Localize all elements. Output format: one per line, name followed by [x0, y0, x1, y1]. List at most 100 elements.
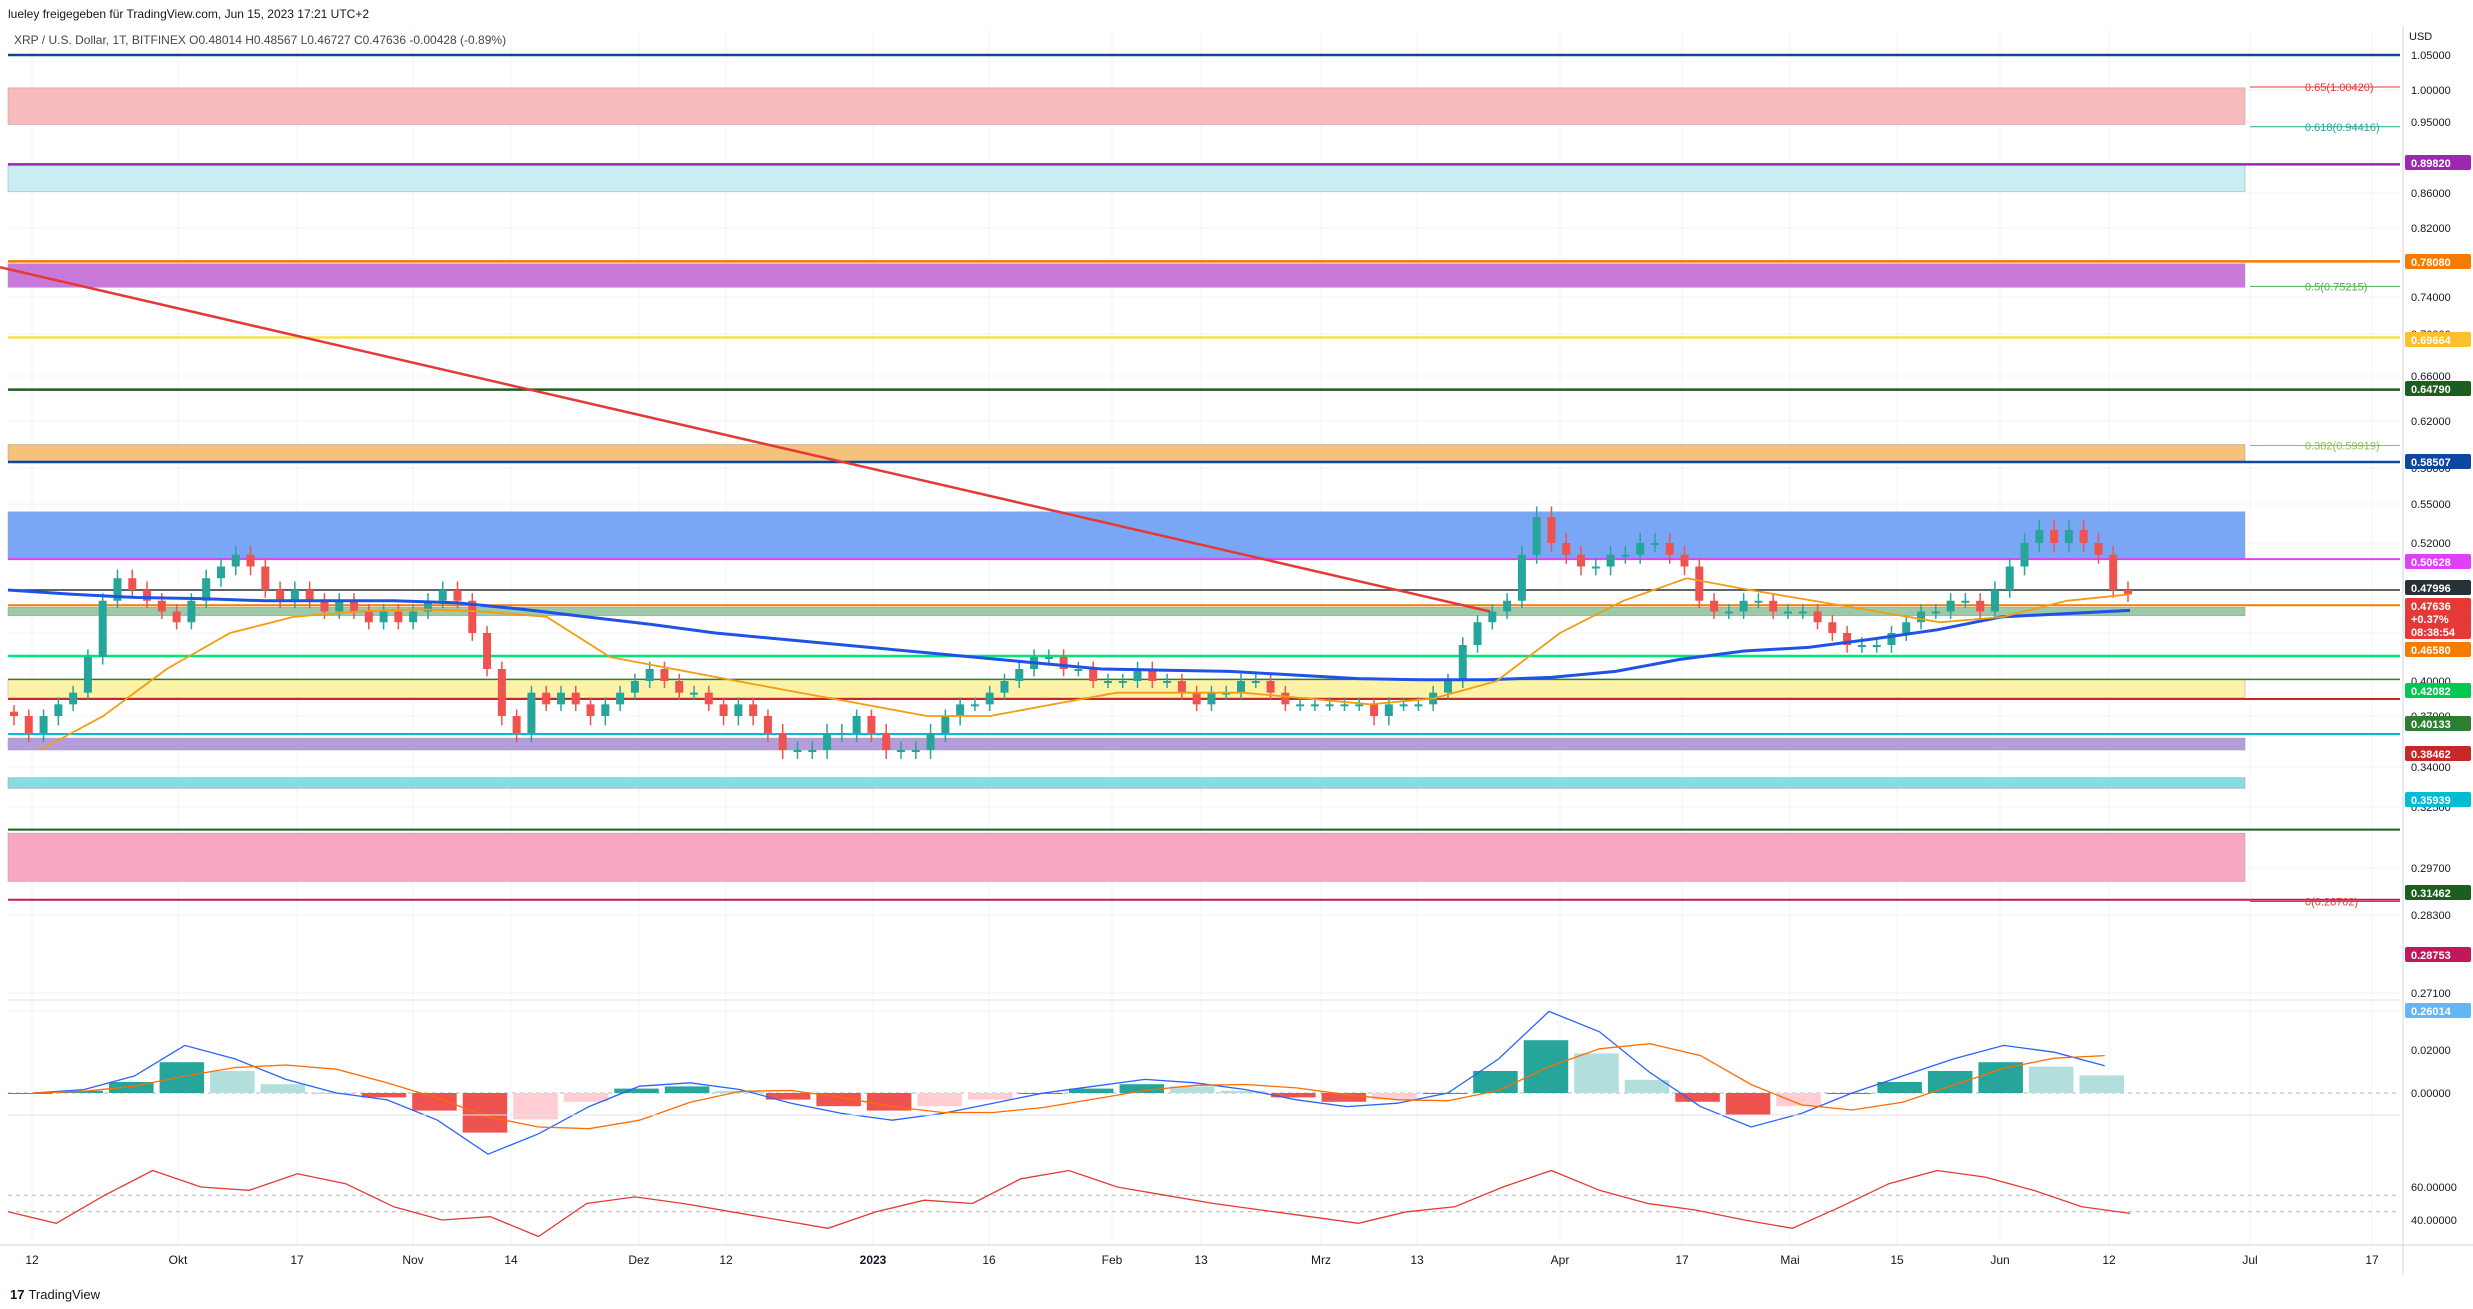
candle-body: [409, 611, 418, 623]
candle-body: [1710, 600, 1719, 612]
candle-body: [483, 633, 492, 669]
price-tick-label: 0.86000: [2411, 188, 2451, 200]
candle-body: [586, 704, 595, 716]
macd-histogram-bar: [1927, 1071, 1973, 1093]
candle-body: [1163, 681, 1172, 683]
candle-body: [601, 704, 610, 716]
share-text: lueley freigegeben für TradingView.com, …: [8, 7, 370, 21]
time-tick-label: 13: [1410, 1253, 1424, 1267]
macd-histogram-bar: [1271, 1093, 1316, 1098]
chart-background: [0, 0, 2473, 1309]
time-tick-label: Feb: [1102, 1253, 1123, 1267]
candle-body: [157, 600, 166, 612]
candle-body: [867, 716, 876, 733]
candle-body: [1828, 622, 1837, 633]
candle-body: [1621, 554, 1630, 557]
price-tick-label: 0.55000: [2411, 499, 2451, 511]
candle-body: [1103, 681, 1112, 683]
time-tick-label: Nov: [402, 1253, 423, 1267]
candle-body: [660, 669, 669, 681]
candle-body: [1192, 692, 1201, 705]
time-tick-label: 17: [2365, 1253, 2379, 1267]
candle-body: [1177, 681, 1186, 693]
candle-body: [1517, 554, 1526, 601]
candle-body: [1769, 600, 1778, 612]
candle-body: [1237, 681, 1246, 693]
macd-histogram-bar: [1877, 1082, 1922, 1093]
candle-body: [1591, 566, 1600, 569]
candle-body: [1961, 600, 1970, 603]
fib-label: 0(0.28702): [2305, 897, 2358, 909]
time-tick-label: 12: [25, 1253, 39, 1267]
rsi-tick-label: 60.00000: [2411, 1182, 2457, 1194]
candle-body: [616, 692, 625, 705]
price-label-text: 0.28753: [2411, 950, 2451, 962]
price-tick-label: 0.82000: [2411, 223, 2451, 235]
candle-body: [216, 566, 225, 579]
candle-body: [1739, 600, 1748, 612]
candle-body: [1089, 669, 1098, 681]
candle-body: [2094, 543, 2103, 555]
support-resistance-zone: [7, 87, 2246, 125]
candle-body: [542, 692, 551, 705]
macd-histogram-bar: [917, 1093, 962, 1107]
candle-body: [911, 750, 920, 752]
price-label-text: 0.40133: [2411, 719, 2451, 731]
candle-body: [1532, 517, 1541, 555]
candle-body: [350, 600, 359, 612]
candle-body: [793, 750, 802, 752]
candle-body: [276, 590, 285, 601]
candle-body: [335, 600, 344, 612]
candle-body: [246, 554, 255, 567]
candle-body: [719, 704, 728, 716]
candle-body: [749, 704, 758, 716]
support-resistance-zone: [7, 737, 2246, 751]
candle-body: [261, 566, 270, 590]
candle-body: [2035, 530, 2044, 543]
macd-histogram-bar: [1978, 1062, 2023, 1093]
candle-body: [364, 611, 373, 623]
symbol-ohlc-text: XRP / U.S. Dollar, 1T, BITFINEX O0.48014…: [14, 33, 507, 47]
candle-body: [734, 704, 743, 716]
candle-body: [1000, 681, 1009, 693]
time-tick-label: Apr: [1551, 1253, 1570, 1267]
time-tick-label: 12: [2102, 1253, 2116, 1267]
price-label-text: 0.89820: [2411, 158, 2451, 170]
candle-body: [1724, 611, 1733, 614]
candle-body: [690, 692, 699, 695]
macd-histogram-bar: [1574, 1053, 1619, 1093]
candle-body: [1976, 600, 1985, 612]
candle-body: [98, 600, 107, 657]
candle-body: [290, 590, 299, 601]
tradingview-logo[interactable]: 17 TradingView: [10, 1287, 100, 1302]
candle-body: [763, 716, 772, 733]
candle-body: [645, 669, 654, 681]
candle-body: [1990, 590, 1999, 612]
candle-body: [2064, 530, 2073, 543]
candle-body: [2020, 543, 2029, 567]
fib-label: 0.618(0.94416): [2305, 122, 2380, 134]
candle-body: [305, 590, 314, 601]
macd-histogram-bar: [563, 1093, 609, 1102]
candle-body: [497, 669, 506, 716]
candle-body: [1044, 657, 1053, 659]
support-resistance-zone: [7, 444, 2246, 462]
candle-body: [438, 590, 447, 601]
candle-body: [1695, 566, 1704, 601]
macd-histogram-bar: [260, 1084, 306, 1093]
candle-body: [1503, 600, 1512, 612]
price-tick-label: 0.29700: [2411, 863, 2451, 875]
macd-histogram-bar: [664, 1086, 710, 1093]
time-tick-label: 13: [1194, 1253, 1208, 1267]
price-label-text: 0.42082: [2411, 686, 2451, 698]
candle-body: [956, 704, 965, 716]
price-label-text: 08:38:54: [2411, 627, 2456, 639]
price-tick-label: 0.95000: [2411, 117, 2451, 129]
candle-body: [1340, 704, 1349, 707]
candle-body: [1754, 600, 1763, 603]
candle-body: [1266, 681, 1275, 693]
chart-canvas[interactable]: 0.65(1.00420) 0.618(0.94416) 0.5(0.75215) 0…: [0, 0, 2473, 1309]
candle-body: [1074, 669, 1083, 671]
candle-body: [512, 716, 521, 733]
candle-body: [1251, 681, 1260, 683]
